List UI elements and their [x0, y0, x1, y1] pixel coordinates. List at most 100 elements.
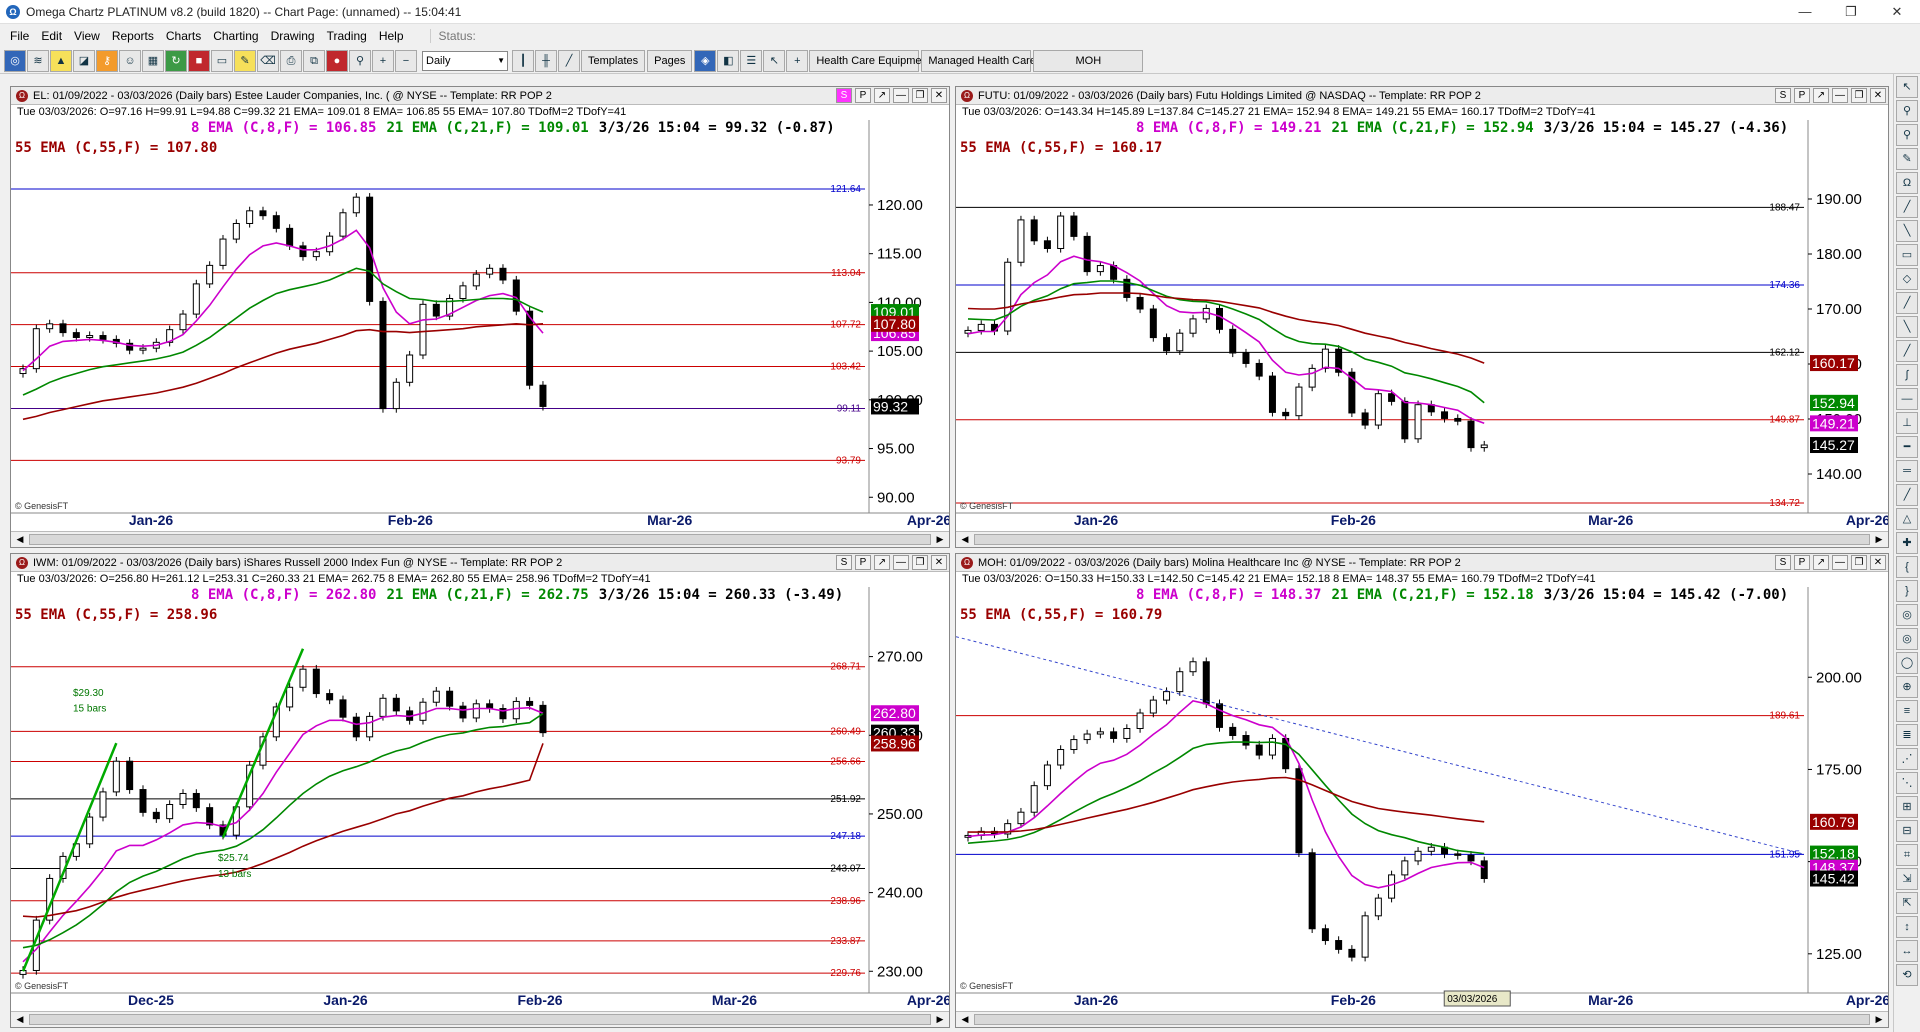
- candle[interactable]: [1282, 411, 1290, 417]
- grid-icon[interactable]: ▦: [142, 49, 164, 72]
- candle[interactable]: [112, 760, 120, 793]
- candle[interactable]: [339, 699, 347, 718]
- minimize-chart-button[interactable]: —: [893, 555, 909, 570]
- drawing-tool-icon[interactable]: ⋱: [1896, 772, 1918, 794]
- candle[interactable]: [72, 332, 80, 338]
- candle[interactable]: [472, 703, 480, 719]
- candle[interactable]: [286, 227, 294, 247]
- candle[interactable]: [1361, 915, 1369, 958]
- price-chart-svg[interactable]: 121.64 113.04 107.72 103.42 99.11 93.79 120.00…: [11, 120, 949, 533]
- erase-icon[interactable]: ⌫: [257, 49, 279, 72]
- study-p-button[interactable]: P: [1794, 88, 1810, 103]
- close-chart-button[interactable]: ✕: [1870, 88, 1886, 103]
- drawing-tool-icon[interactable]: ⇱: [1896, 892, 1918, 914]
- drawing-tool-icon[interactable]: △: [1896, 508, 1918, 530]
- candle[interactable]: [1361, 412, 1369, 426]
- candle[interactable]: [99, 335, 107, 340]
- candle[interactable]: [32, 328, 40, 370]
- menu-reports[interactable]: Reports: [106, 29, 160, 43]
- drawing-tool-icon[interactable]: ⟲: [1896, 964, 1918, 986]
- drawing-tool-icon[interactable]: ∫: [1896, 364, 1918, 386]
- drawing-tool-icon[interactable]: ↔: [1896, 940, 1918, 962]
- candle[interactable]: [1467, 420, 1475, 449]
- drawing-tool-icon[interactable]: }: [1896, 580, 1918, 602]
- scroll-left-arrow-icon[interactable]: ◀: [13, 1013, 27, 1026]
- scrollbar-thumb[interactable]: [29, 534, 931, 545]
- drawing-tool-icon[interactable]: Ω: [1896, 172, 1918, 194]
- scroll-right-arrow-icon[interactable]: ▶: [1872, 533, 1886, 546]
- drawing-tool-icon[interactable]: ≣: [1896, 724, 1918, 746]
- drawing-tool-icon[interactable]: ≡: [1896, 700, 1918, 722]
- drawing-tool-icon[interactable]: ⌗: [1896, 844, 1918, 866]
- link-button[interactable]: ↗: [874, 88, 890, 103]
- drawing-tool-icon[interactable]: ◯: [1896, 652, 1918, 674]
- chart-area[interactable]: 268.71 260.49 256.66 251.92 247.18 243.07 238.…: [11, 587, 949, 1013]
- candle[interactable]: [1216, 703, 1224, 728]
- chart-icon[interactable]: ▭: [211, 49, 233, 72]
- restore-chart-button[interactable]: ❐: [1851, 555, 1867, 570]
- candle[interactable]: [1030, 785, 1038, 813]
- candle[interactable]: [419, 701, 427, 721]
- candle[interactable]: [539, 704, 547, 734]
- candle[interactable]: [286, 686, 294, 708]
- drawing-tool-icon[interactable]: ⊟: [1896, 820, 1918, 842]
- minimize-window-button[interactable]: —: [1782, 0, 1828, 24]
- drawing-tool-icon[interactable]: ⊞: [1896, 796, 1918, 818]
- candle[interactable]: [512, 279, 520, 312]
- close-chart-button[interactable]: ✕: [931, 88, 947, 103]
- candle[interactable]: [459, 705, 467, 719]
- candle[interactable]: [1229, 328, 1237, 354]
- candle[interactable]: [1427, 846, 1435, 852]
- candle[interactable]: [406, 354, 414, 383]
- drawing-tool-icon[interactable]: ╱: [1896, 484, 1918, 506]
- drawing-tool-icon[interactable]: ↖: [1896, 76, 1918, 98]
- menu-file[interactable]: File: [4, 29, 35, 43]
- candle[interactable]: [1268, 737, 1276, 756]
- link-button[interactable]: ↗: [874, 555, 890, 570]
- candle[interactable]: [192, 283, 200, 315]
- candle[interactable]: [126, 760, 134, 791]
- candle[interactable]: [352, 196, 360, 214]
- candle-chart-icon[interactable]: ╫: [535, 49, 557, 72]
- candle[interactable]: [977, 323, 985, 331]
- candle[interactable]: [339, 212, 347, 237]
- candle[interactable]: [1017, 811, 1025, 825]
- candle[interactable]: [139, 789, 147, 813]
- candle[interactable]: [166, 803, 174, 820]
- candle[interactable]: [139, 347, 147, 351]
- list-icon[interactable]: ☰: [740, 49, 763, 72]
- drawing-tool-icon[interactable]: ⚲: [1896, 100, 1918, 122]
- restore-chart-button[interactable]: ❐: [1851, 88, 1867, 103]
- candle[interactable]: [1216, 307, 1224, 330]
- scrollbar-thumb[interactable]: [974, 1014, 1870, 1025]
- candle[interactable]: [512, 700, 520, 720]
- study-s-button[interactable]: S: [1775, 88, 1791, 103]
- menu-charting[interactable]: Charting: [207, 29, 264, 43]
- candle[interactable]: [1388, 393, 1396, 402]
- chart-area[interactable]: 121.64 113.04 107.72 103.42 99.11 93.79 120.00…: [11, 120, 949, 533]
- candle[interactable]: [259, 210, 267, 217]
- candle[interactable]: [1189, 318, 1197, 334]
- candle[interactable]: [379, 697, 387, 717]
- scroll-left-arrow-icon[interactable]: ◀: [958, 533, 972, 546]
- scroll-left-arrow-icon[interactable]: ◀: [958, 1013, 972, 1026]
- candle[interactable]: [1308, 852, 1316, 930]
- drawing-tool-icon[interactable]: ◎: [1896, 628, 1918, 650]
- candle[interactable]: [1454, 417, 1462, 422]
- drawing-tool-icon[interactable]: ⋰: [1896, 748, 1918, 770]
- record-icon[interactable]: ●: [326, 49, 348, 72]
- candle[interactable]: [1057, 215, 1065, 250]
- pages-button[interactable]: Pages: [647, 49, 693, 72]
- candle[interactable]: [232, 222, 240, 240]
- candle[interactable]: [1176, 671, 1184, 693]
- candle[interactable]: [179, 792, 187, 805]
- candle[interactable]: [379, 300, 387, 410]
- candle[interactable]: [1083, 235, 1091, 273]
- candle[interactable]: [299, 668, 307, 688]
- candle[interactable]: [1136, 712, 1144, 730]
- candle[interactable]: [1030, 219, 1038, 242]
- connect-icon[interactable]: ◎: [4, 49, 26, 72]
- crosshair-icon[interactable]: +: [786, 49, 809, 72]
- minimize-chart-button[interactable]: —: [893, 88, 909, 103]
- candle[interactable]: [312, 251, 320, 258]
